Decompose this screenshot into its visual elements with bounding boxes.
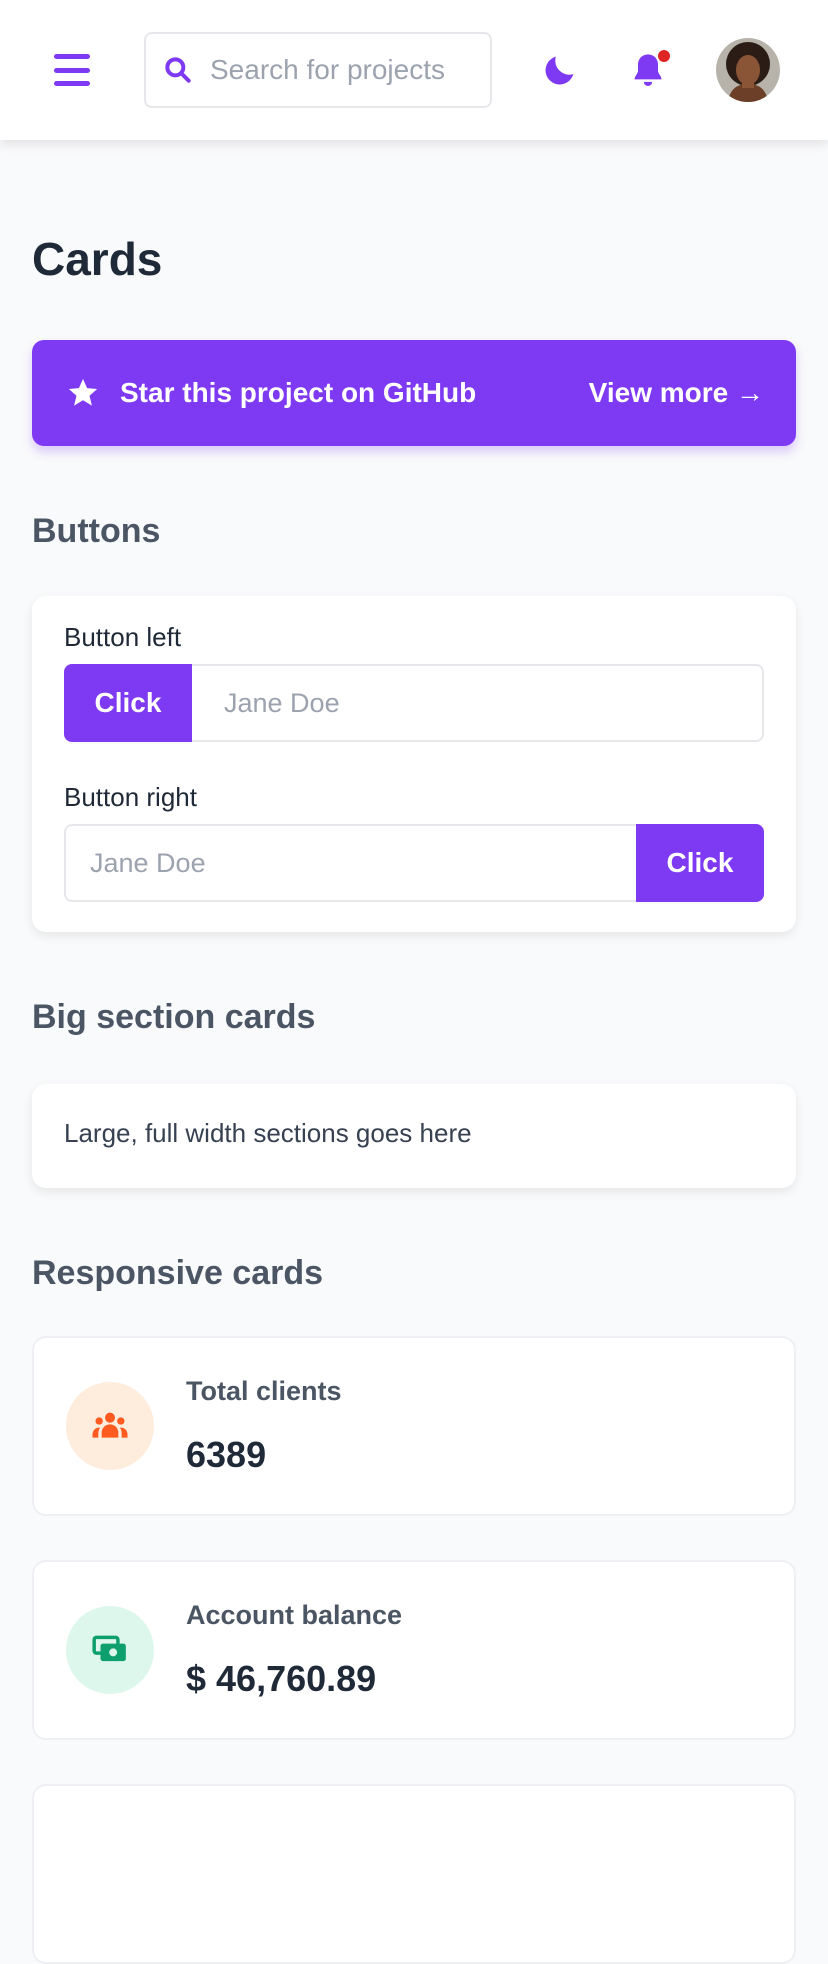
click-button-left[interactable]: Click — [64, 664, 192, 742]
notification-badge — [656, 48, 672, 64]
search-box[interactable] — [144, 32, 492, 108]
moon-icon[interactable] — [540, 50, 580, 90]
total-clients-card: Total clients 6389 — [32, 1336, 796, 1516]
money-icon — [66, 1606, 154, 1694]
notifications-button[interactable] — [628, 48, 672, 92]
big-section-card: Large, full width sections goes here — [32, 1084, 796, 1188]
section-title-big-cards: Big section cards — [32, 998, 316, 1036]
banner-label: Star this project on GitHub — [120, 377, 477, 408]
big-section-text: Large, full width sections goes here — [64, 1118, 472, 1148]
stat-value: $ 46,760.89 — [186, 1658, 377, 1699]
name-input-left[interactable] — [192, 664, 764, 742]
button-right-group: Click — [64, 824, 764, 902]
section-title-buttons: Buttons — [32, 512, 161, 550]
stat-value: 6389 — [186, 1434, 267, 1475]
avatar[interactable] — [716, 38, 780, 102]
search-icon — [165, 57, 191, 83]
section-title-responsive-cards: Responsive cards — [32, 1254, 324, 1292]
button-left-label: Button left — [64, 622, 182, 652]
name-input-right[interactable] — [64, 824, 636, 902]
github-star-banner[interactable]: Star this project on GitHub View more → — [32, 340, 796, 446]
search-input[interactable] — [208, 53, 478, 87]
view-more-link[interactable]: View more → — [589, 377, 764, 409]
button-right-label: Button right — [64, 782, 197, 812]
star-icon — [68, 378, 98, 406]
page-title: Cards — [32, 233, 163, 285]
menu-icon[interactable] — [54, 54, 90, 86]
click-button-right[interactable]: Click — [636, 824, 764, 902]
user-avatar-image — [716, 38, 780, 102]
button-left-group: Click — [64, 664, 764, 742]
buttons-card: Button left Click Button right Click — [32, 596, 796, 932]
stat-label: Account balance — [186, 1600, 403, 1630]
clients-icon — [66, 1382, 154, 1470]
account-balance-card: Account balance $ 46,760.89 — [32, 1560, 796, 1740]
top-bar — [0, 0, 828, 140]
stat-label: Total clients — [186, 1376, 342, 1406]
stat-card-partial — [32, 1784, 796, 1964]
